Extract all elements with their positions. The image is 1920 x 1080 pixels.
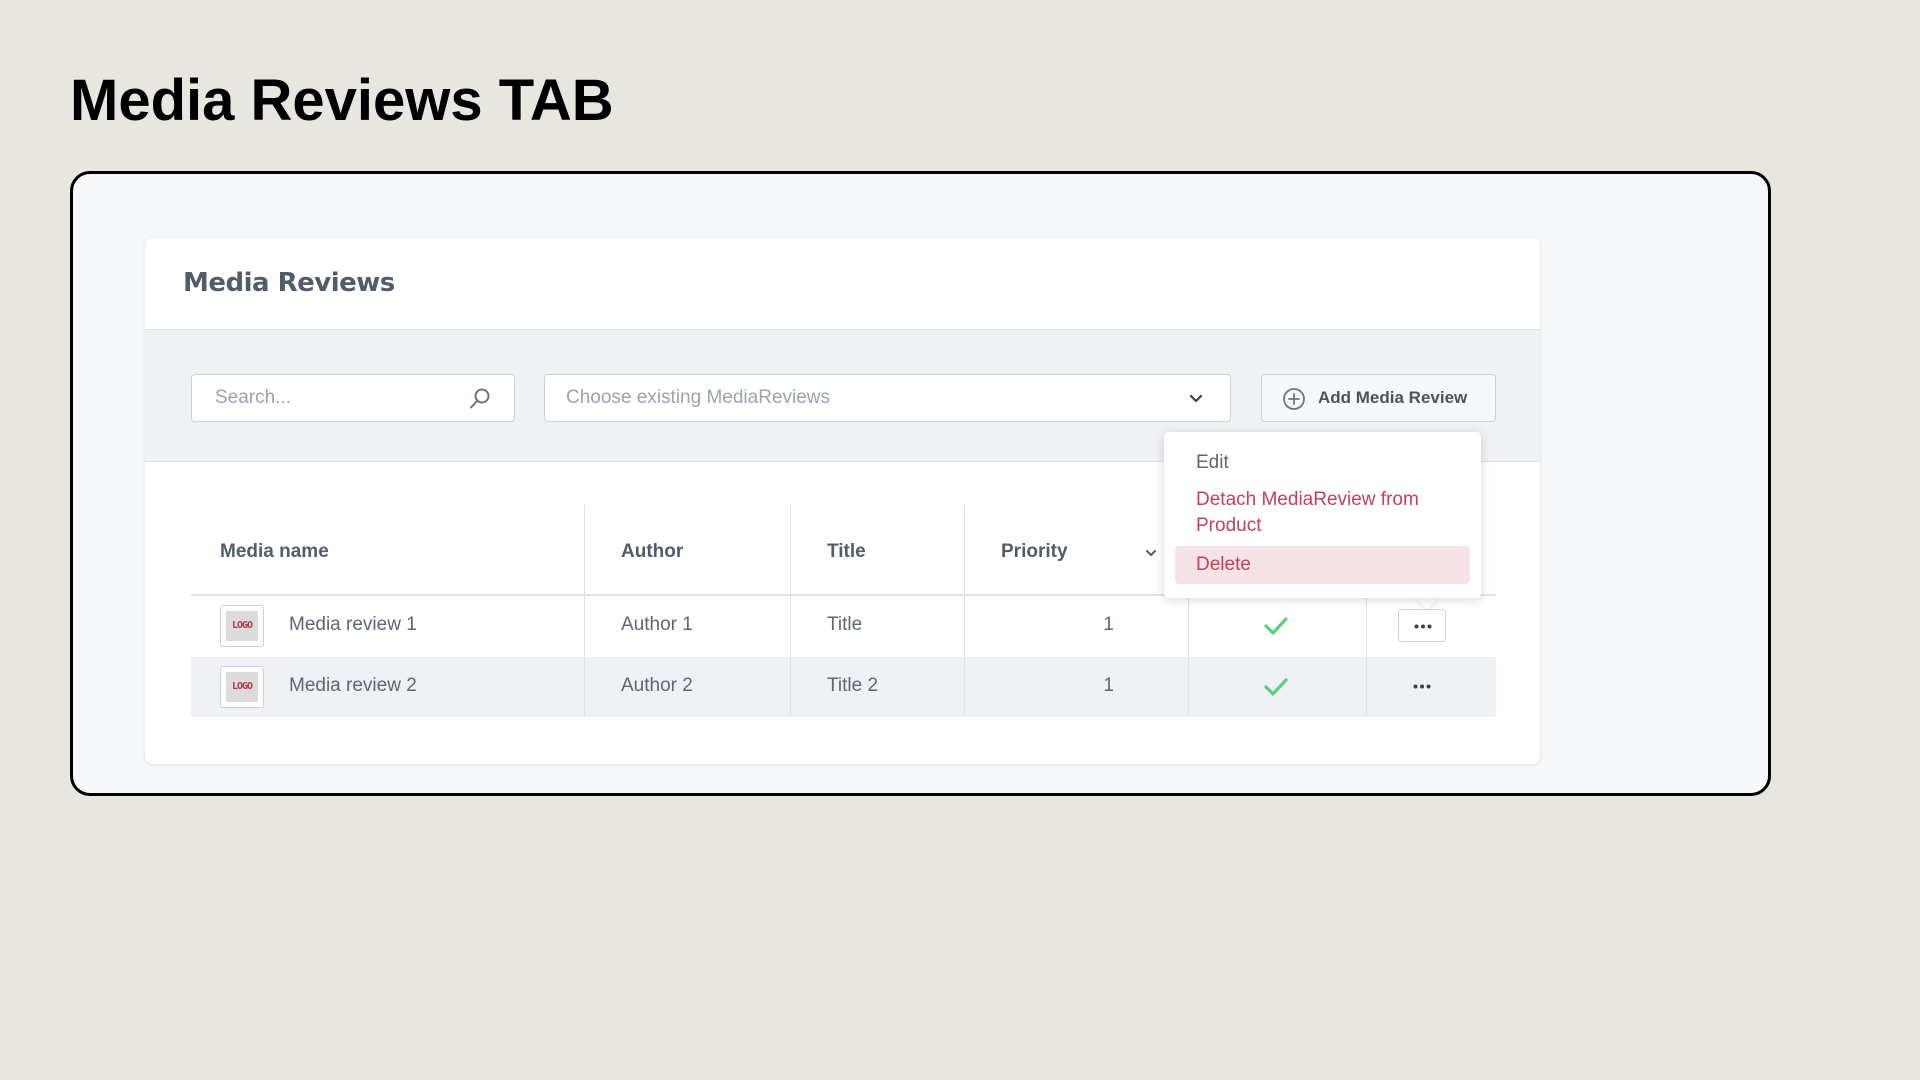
search-box bbox=[191, 374, 515, 422]
card-header: Media Reviews bbox=[145, 238, 1540, 330]
plus-circle-icon bbox=[1283, 388, 1305, 410]
logo-image: LOGO bbox=[226, 611, 258, 641]
more-dots-icon bbox=[1414, 624, 1432, 629]
check-icon bbox=[1264, 617, 1288, 635]
logo-image: LOGO bbox=[226, 672, 258, 702]
column-header-author[interactable]: Author bbox=[621, 541, 683, 563]
table-row[interactable]: LOGO Media review 2 Author 2 Title 2 1 bbox=[191, 657, 1496, 717]
choose-existing-select[interactable]: Choose existing MediaReviews bbox=[544, 374, 1231, 422]
author-cell: Author 2 bbox=[621, 675, 693, 696]
media-thumbnail: LOGO bbox=[220, 666, 264, 708]
slide-title: Media Reviews TAB bbox=[70, 68, 614, 133]
table-row[interactable]: LOGO Media review 1 Author 1 Title 1 bbox=[191, 596, 1496, 657]
column-divider bbox=[790, 505, 791, 717]
priority-cell: 1 bbox=[1103, 614, 1114, 635]
check-icon bbox=[1264, 678, 1288, 696]
title-cell: Title bbox=[827, 614, 863, 635]
search-icon[interactable] bbox=[468, 387, 492, 411]
column-header-priority[interactable]: Priority bbox=[1001, 541, 1068, 563]
column-divider bbox=[584, 505, 585, 717]
row-actions-button[interactable] bbox=[1398, 609, 1446, 642]
choose-existing-placeholder: Choose existing MediaReviews bbox=[566, 387, 831, 408]
media-thumbnail: LOGO bbox=[220, 605, 264, 647]
menu-item-detach[interactable]: Detach MediaReview from Product bbox=[1175, 487, 1470, 539]
card-title: Media Reviews bbox=[183, 268, 395, 298]
more-dots-icon bbox=[1413, 684, 1431, 689]
search-input[interactable] bbox=[192, 375, 475, 421]
column-divider bbox=[964, 505, 965, 717]
menu-item-delete[interactable]: Delete bbox=[1175, 546, 1470, 584]
priority-cell: 1 bbox=[1103, 675, 1114, 696]
sort-chevron-down-icon[interactable] bbox=[1144, 546, 1158, 560]
media-name-cell: Media review 2 bbox=[289, 675, 417, 696]
row-actions-button[interactable] bbox=[1398, 670, 1446, 703]
column-header-title[interactable]: Title bbox=[827, 541, 866, 563]
row-actions-menu: Edit Detach MediaReview from Product Del… bbox=[1164, 432, 1481, 598]
menu-item-edit[interactable]: Edit bbox=[1175, 450, 1470, 476]
column-header-media-name[interactable]: Media name bbox=[220, 541, 329, 563]
title-cell: Title 2 bbox=[827, 675, 879, 696]
add-media-review-button[interactable]: Add Media Review bbox=[1261, 374, 1496, 422]
add-media-review-label: Add Media Review bbox=[1318, 388, 1468, 407]
logo-text: LOGO bbox=[231, 681, 253, 692]
author-cell: Author 1 bbox=[621, 614, 693, 635]
chevron-down-icon bbox=[1189, 394, 1203, 403]
logo-text: LOGO bbox=[231, 620, 253, 631]
media-name-cell: Media review 1 bbox=[289, 614, 417, 635]
